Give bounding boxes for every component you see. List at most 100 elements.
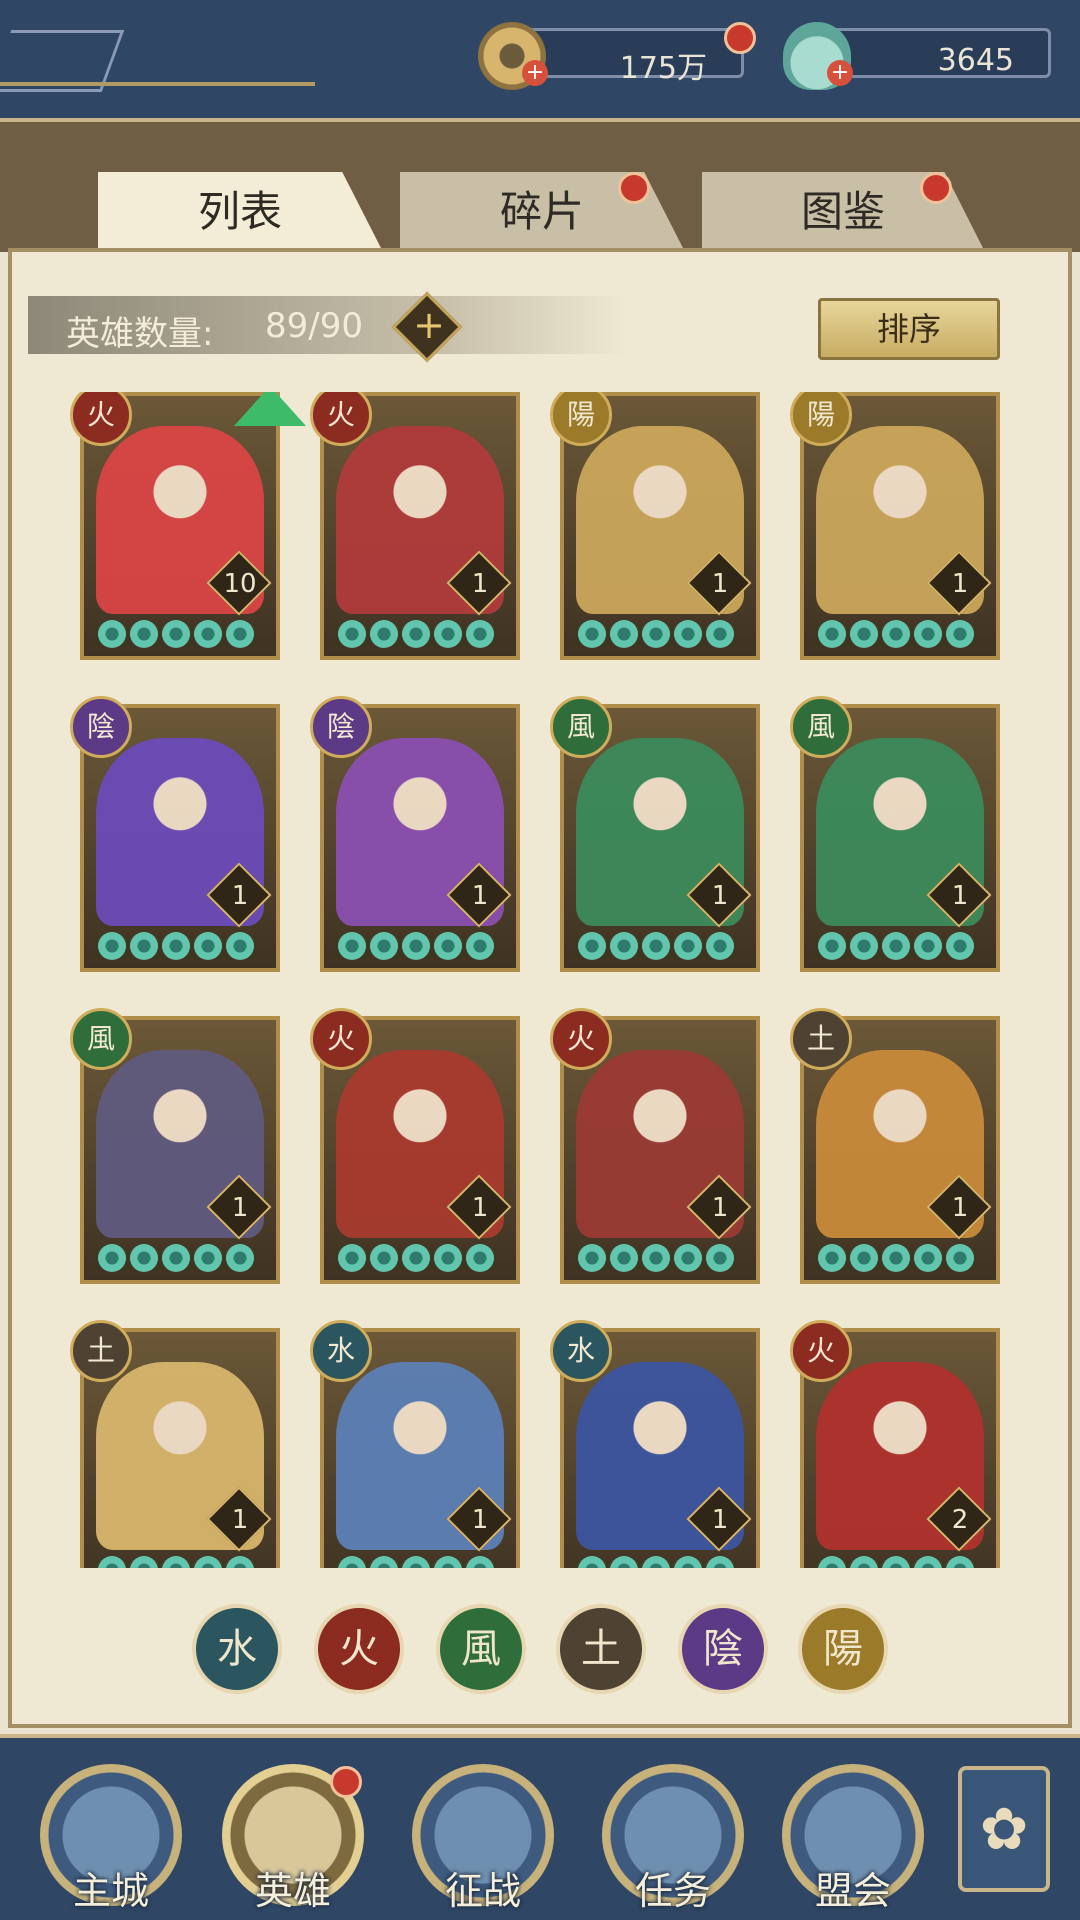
- element-badge-icon: 風: [550, 696, 612, 758]
- filter-yang-button[interactable]: 陽: [798, 1604, 888, 1694]
- nav-label: 征战: [444, 1869, 521, 1913]
- star-icon: [130, 620, 158, 648]
- hero-card[interactable]: 陰1: [310, 696, 520, 972]
- star-row: [818, 932, 974, 960]
- hero-level: 1: [711, 1193, 729, 1223]
- hero-card[interactable]: 火1: [310, 392, 520, 660]
- star-icon: [434, 932, 462, 960]
- filter-yin-button[interactable]: 陰: [678, 1604, 768, 1694]
- hero-grid: 火 10 火 1 陽 1 陽 1 陰 1 陰 1 風 1 風 1 風 1 火 1 火 1 土 1 土 1 水 1 水 1 火 2: [68, 392, 1018, 1568]
- star-icon: [818, 1556, 846, 1568]
- hero-card[interactable]: 陽1: [790, 392, 1000, 660]
- star-icon: [706, 932, 734, 960]
- hero-count-label: 英雄数量:: [66, 314, 214, 354]
- hero-level: 1: [711, 1505, 729, 1535]
- nav-main-city[interactable]: 主城: [40, 1764, 182, 1914]
- element-badge-icon: 火: [550, 1008, 612, 1070]
- hero-level: 1: [951, 881, 969, 911]
- star-icon: [98, 1244, 126, 1272]
- star-icon: [914, 1244, 942, 1272]
- star-row: [818, 1244, 974, 1272]
- element-badge-icon: 火: [310, 1008, 372, 1070]
- hero-level: 1: [951, 1193, 969, 1223]
- star-icon: [434, 620, 462, 648]
- element-badge-icon: 火: [70, 392, 132, 446]
- more-menu-button[interactable]: ✿: [958, 1766, 1050, 1892]
- hero-card[interactable]: 火2: [790, 1320, 1000, 1568]
- star-row: [98, 1556, 254, 1568]
- hero-level: 10: [223, 569, 257, 599]
- filter-fire-button[interactable]: 火: [314, 1604, 404, 1694]
- star-icon: [402, 932, 430, 960]
- star-icon: [610, 1556, 638, 1568]
- nav-tasks[interactable]: 任务: [602, 1764, 744, 1914]
- hero-card[interactable]: 陽1: [550, 392, 760, 660]
- add-shell-icon[interactable]: +: [827, 60, 853, 86]
- add-coin-icon[interactable]: +: [522, 60, 548, 86]
- star-icon: [466, 1244, 494, 1272]
- element-badge-icon: 火: [310, 392, 372, 446]
- nav-alliance[interactable]: 盟会: [782, 1764, 924, 1914]
- hero-card[interactable]: 風1: [550, 696, 760, 972]
- element-badge-icon: 火: [790, 1320, 852, 1382]
- shell-bar: 3645: [823, 28, 1051, 78]
- star-icon: [818, 620, 846, 648]
- hero-level: 1: [471, 881, 489, 911]
- star-icon: [706, 1556, 734, 1568]
- star-icon: [98, 1556, 126, 1568]
- top-divider: [0, 82, 315, 86]
- shell-counter[interactable]: 3645 +: [783, 22, 1051, 90]
- tab-list[interactable]: 列表: [98, 172, 382, 250]
- star-icon: [466, 620, 494, 648]
- star-icon: [162, 620, 190, 648]
- filter-water-button[interactable]: 水: [192, 1604, 282, 1694]
- star-icon: [642, 932, 670, 960]
- top-bar: 175万 + 3645 +: [0, 0, 1080, 122]
- star-icon: [130, 1244, 158, 1272]
- nav-label: 英雄: [254, 1869, 331, 1913]
- hero-level: 1: [471, 1193, 489, 1223]
- star-icon: [914, 932, 942, 960]
- element-badge-icon: 陰: [310, 696, 372, 758]
- hero-card[interactable]: 土1: [790, 1008, 1000, 1284]
- nav-campaign[interactable]: 征战: [412, 1764, 554, 1914]
- star-row: [818, 620, 974, 648]
- star-icon: [882, 1244, 910, 1272]
- nav-label: 任务: [634, 1869, 711, 1913]
- star-icon: [466, 932, 494, 960]
- filter-wind-button[interactable]: 風: [436, 1604, 526, 1694]
- hero-level: 1: [231, 1193, 249, 1223]
- hero-card[interactable]: 火 10: [70, 392, 306, 660]
- hero-card[interactable]: 火1: [310, 1008, 520, 1284]
- coin-counter[interactable]: 175万 +: [478, 22, 756, 90]
- star-row: [578, 1244, 734, 1272]
- hero-card[interactable]: 水1: [550, 1320, 760, 1568]
- filter-earth-button[interactable]: 土: [556, 1604, 646, 1694]
- star-icon: [610, 620, 638, 648]
- hero-level: 1: [231, 1505, 249, 1535]
- hero-card[interactable]: 火1: [550, 1008, 760, 1284]
- star-row: [98, 620, 254, 648]
- nav-heroes[interactable]: 英雄: [222, 1764, 364, 1914]
- star-icon: [946, 1556, 974, 1568]
- element-filter-bar: 水 火 風 土 陰 陽: [0, 1604, 1080, 1696]
- star-icon: [818, 932, 846, 960]
- star-icon: [338, 932, 366, 960]
- element-badge-icon: 水: [310, 1320, 372, 1382]
- star-icon: [882, 932, 910, 960]
- hero-card[interactable]: 陰1: [70, 696, 280, 972]
- star-row: [578, 620, 734, 648]
- element-badge-icon: 陽: [550, 392, 612, 446]
- sort-button[interactable]: 排序: [818, 298, 1000, 360]
- star-icon: [946, 1244, 974, 1272]
- hero-card[interactable]: 水1: [310, 1320, 520, 1568]
- hero-card[interactable]: 風1: [790, 696, 1000, 972]
- hero-card[interactable]: 風1: [70, 1008, 280, 1284]
- hero-card[interactable]: 土1: [70, 1320, 280, 1568]
- star-icon: [946, 620, 974, 648]
- star-icon: [642, 1556, 670, 1568]
- nav-label: 主城: [72, 1869, 149, 1913]
- star-icon: [402, 1244, 430, 1272]
- notification-dot-icon: [724, 22, 756, 54]
- star-icon: [370, 620, 398, 648]
